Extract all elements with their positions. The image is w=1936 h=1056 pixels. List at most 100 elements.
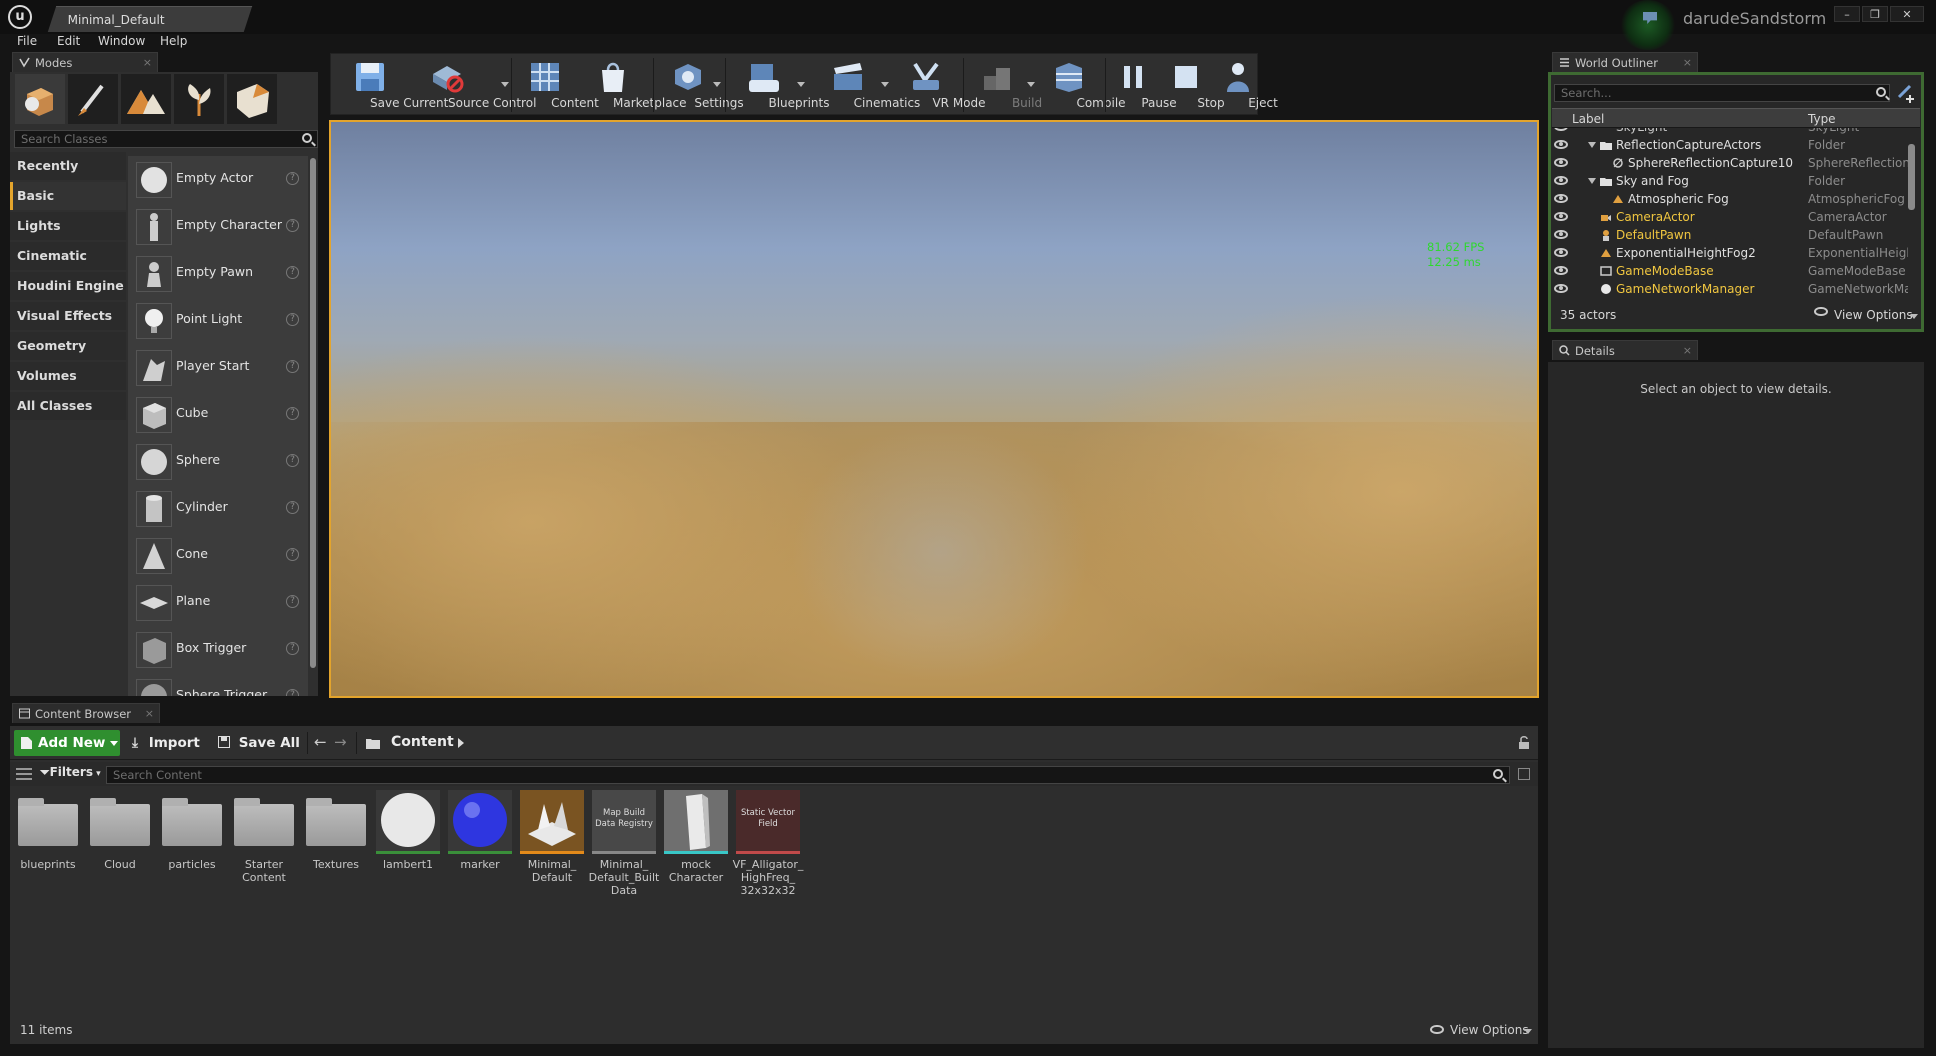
help-icon[interactable]: ?: [286, 407, 299, 420]
save-search-icon[interactable]: [1518, 768, 1530, 780]
settings-button[interactable]: Settings: [657, 54, 744, 116]
blueprints-dropdown-icon[interactable]: [797, 82, 805, 87]
class-item-cube[interactable]: Cube?: [128, 391, 308, 438]
category-recently-placed[interactable]: Recently Placed: [10, 152, 126, 201]
asset-folder-textures[interactable]: Textures: [304, 790, 368, 900]
close-button[interactable]: ✕: [1890, 6, 1924, 22]
outliner-row-camera-actor[interactable]: CameraActor CameraActor: [1552, 208, 1908, 226]
visibility-eye-icon[interactable]: [1554, 176, 1568, 185]
category-volumes[interactable]: Volumes: [10, 362, 126, 390]
outliner-row-default-pawn[interactable]: DefaultPawn DefaultPawn: [1552, 226, 1908, 244]
filters-button[interactable]: ⏷Filters ▾: [40, 765, 101, 780]
search-classes-input[interactable]: Search Classes: [14, 130, 318, 148]
source-control-button[interactable]: Source Control: [407, 54, 536, 116]
search-content-input[interactable]: Search Content: [106, 766, 1510, 784]
build-dropdown-icon[interactable]: [1027, 82, 1035, 87]
class-item-sphere[interactable]: Sphere?: [128, 438, 308, 485]
visibility-eye-icon[interactable]: [1554, 284, 1568, 293]
visibility-eye-icon[interactable]: [1554, 140, 1568, 149]
outliner-view-options[interactable]: View Options: [1834, 308, 1913, 322]
add-new-button[interactable]: Add New: [14, 730, 120, 756]
close-icon[interactable]: ×: [143, 53, 152, 73]
build-button[interactable]: Build: [967, 54, 1042, 116]
outliner-row-skylight[interactable]: SkyLight SkyLight: [1552, 128, 1908, 136]
class-item-cone[interactable]: Cone?: [128, 532, 308, 579]
menu-window[interactable]: Window: [98, 34, 145, 48]
help-icon[interactable]: ?: [286, 172, 299, 185]
chevron-down-icon[interactable]: [1524, 1029, 1532, 1034]
lock-icon[interactable]: [1518, 736, 1530, 750]
asset-folder-starter-content[interactable]: Starter Content: [232, 790, 296, 900]
class-item-empty-character[interactable]: Empty Character?: [128, 203, 308, 250]
help-icon[interactable]: ?: [286, 548, 299, 561]
asset-folder-cloud[interactable]: Cloud: [88, 790, 152, 900]
blueprints-button[interactable]: Blueprints: [729, 54, 830, 116]
outliner-row-atmospheric-fog[interactable]: Atmospheric Fog AtmosphericFog: [1552, 190, 1908, 208]
label-column-header[interactable]: Label: [1572, 112, 1604, 126]
cinematics-button[interactable]: Cinematics: [809, 54, 920, 116]
visibility-eye-icon[interactable]: [1554, 158, 1568, 167]
visibility-eye-icon[interactable]: [1554, 266, 1568, 275]
class-item-plane[interactable]: Plane?: [128, 579, 308, 626]
class-item-empty-actor[interactable]: Empty Actor?: [128, 156, 308, 203]
help-icon[interactable]: ?: [286, 266, 299, 279]
category-lights[interactable]: Lights: [10, 212, 126, 240]
geometry-mode-button[interactable]: [227, 74, 277, 124]
breadcrumb-arrow-icon[interactable]: [458, 738, 464, 748]
help-icon[interactable]: ?: [286, 454, 299, 467]
source-control-dropdown-icon[interactable]: [501, 82, 509, 87]
outliner-row-exponential-height-fog[interactable]: ExponentialHeightFog2 ExponentialHeigh: [1552, 244, 1908, 262]
class-item-box-trigger[interactable]: Box Trigger?: [128, 626, 308, 673]
help-icon[interactable]: ?: [286, 595, 299, 608]
visibility-eye-icon[interactable]: [1554, 212, 1568, 221]
outliner-row-sky-and-fog[interactable]: Sky and Fog Folder: [1552, 172, 1908, 190]
class-item-point-light[interactable]: Point Light?: [128, 297, 308, 344]
add-actor-icon[interactable]: [1896, 83, 1916, 103]
world-outliner-tab[interactable]: World Outliner ×: [1552, 52, 1698, 72]
close-icon[interactable]: ×: [1683, 341, 1692, 361]
class-item-sphere-trigger[interactable]: Sphere Trigger?: [128, 673, 308, 696]
eject-button[interactable]: Eject: [1213, 54, 1278, 116]
minimize-button[interactable]: –: [1834, 6, 1860, 22]
save-current-button[interactable]: Save Current: [335, 54, 448, 116]
class-item-empty-pawn[interactable]: Empty Pawn?: [128, 250, 308, 297]
vr-mode-button[interactable]: VR Mode: [893, 54, 986, 116]
close-icon[interactable]: ×: [145, 704, 154, 724]
maximize-button[interactable]: ❐: [1862, 6, 1888, 22]
level-document-tab[interactable]: Minimal_Default: [47, 6, 253, 32]
outliner-row-sphere-reflection-capture[interactable]: SphereReflectionCapture10 SphereReflectio…: [1552, 154, 1908, 172]
place-mode-button[interactable]: [15, 74, 65, 124]
class-item-player-start[interactable]: Player Start?: [128, 344, 308, 391]
outliner-row-game-mode-base[interactable]: GameModeBase GameModeBase: [1552, 262, 1908, 280]
settings-dropdown-icon[interactable]: [713, 82, 721, 87]
category-basic[interactable]: Basic: [10, 182, 126, 210]
asset-material-marker[interactable]: marker: [448, 790, 512, 900]
category-visual-effects[interactable]: Visual Effects: [10, 302, 126, 330]
visibility-eye-icon[interactable]: [1554, 128, 1568, 131]
type-column-header[interactable]: Type: [1808, 112, 1836, 126]
help-icon[interactable]: ?: [286, 219, 299, 232]
asset-level-minimal-default[interactable]: Minimal_ Default: [520, 790, 584, 900]
outliner-row-reflection-capture-actors[interactable]: ReflectionCaptureActors Folder: [1552, 136, 1908, 154]
asset-vector-field[interactable]: Static Vector Field VF_Alligator_ HighFre…: [733, 790, 803, 900]
visibility-eye-icon[interactable]: [1554, 230, 1568, 239]
visibility-eye-icon[interactable]: [1554, 194, 1568, 203]
landscape-mode-button[interactable]: [121, 74, 171, 124]
import-button[interactable]: ⤓ Import: [132, 732, 200, 754]
visibility-eye-icon[interactable]: [1554, 248, 1568, 257]
menu-help[interactable]: Help: [160, 34, 187, 48]
foliage-mode-button[interactable]: [174, 74, 224, 124]
asset-material-lambert1[interactable]: lambert1: [376, 790, 440, 900]
sources-toggle-icon[interactable]: [16, 768, 32, 780]
asset-folder-blueprints[interactable]: blueprints: [16, 790, 80, 900]
content-button[interactable]: Content: [515, 54, 599, 116]
back-arrow-icon[interactable]: ←: [314, 733, 327, 751]
content-view-options[interactable]: View Options: [1450, 1023, 1529, 1037]
details-tab[interactable]: Details ×: [1552, 340, 1698, 360]
paint-mode-button[interactable]: [68, 74, 118, 124]
content-browser-tab[interactable]: Content Browser ×: [12, 703, 160, 723]
category-cinematic[interactable]: Cinematic: [10, 242, 126, 270]
modes-tab[interactable]: Modes ×: [12, 52, 158, 72]
help-icon[interactable]: ?: [286, 313, 299, 326]
asset-mesh-mock-character[interactable]: mock Character: [664, 790, 728, 900]
